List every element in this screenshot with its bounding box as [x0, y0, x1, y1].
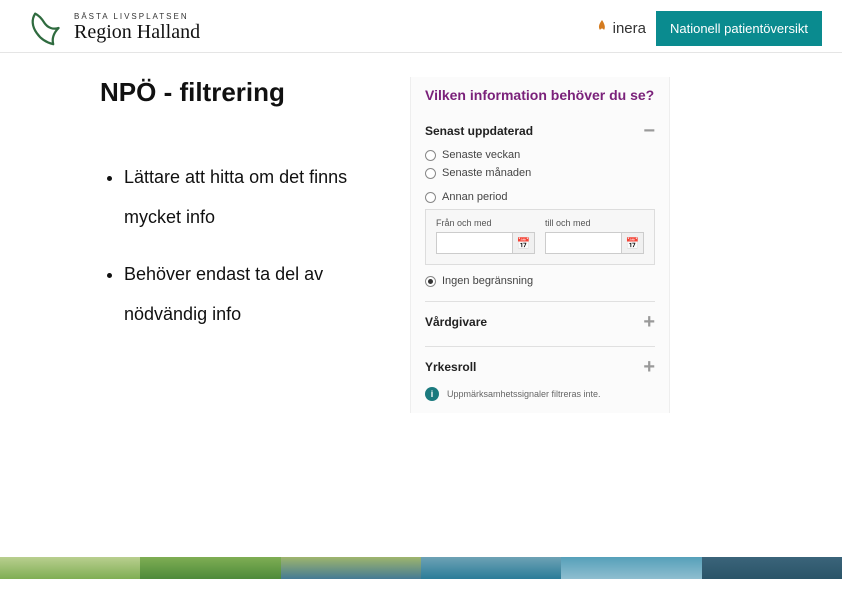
section-updated-header[interactable]: Senast uppdaterad −	[425, 121, 655, 141]
radio-icon	[425, 192, 436, 203]
date-to-field: till och med 📅	[545, 218, 644, 254]
radio-label: Annan period	[442, 191, 507, 203]
footer-seg	[0, 557, 140, 579]
filter-panel: Vilken information behöver du se? Senast…	[410, 77, 670, 413]
section-role-header[interactable]: Yrkesroll +	[425, 357, 655, 377]
filter-panel-title: Vilken information behöver du se?	[425, 87, 655, 103]
date-from-input[interactable]: 📅	[436, 232, 535, 254]
radio-last-month[interactable]: Senaste månaden	[425, 167, 655, 179]
slide-body: NPÖ - filtrering Lättare att hitta om de…	[0, 53, 842, 413]
collapse-minus-icon[interactable]: −	[643, 121, 655, 141]
info-note-text: Uppmärksamhetssignaler filtreras inte.	[447, 389, 601, 399]
region-halland-brand: BÄSTA LIVSPLATSEN Region Halland	[28, 10, 200, 46]
expand-plus-icon[interactable]: +	[643, 312, 655, 332]
brand-tagline: BÄSTA LIVSPLATSEN	[74, 12, 200, 21]
date-range-box: Från och med 📅 till och med 📅	[425, 209, 655, 265]
footer-seg	[561, 557, 701, 579]
radio-other-period[interactable]: Annan period	[425, 191, 655, 203]
inera-flame-icon	[595, 19, 609, 37]
date-to-label: till och med	[545, 218, 644, 228]
radio-label: Senaste veckan	[442, 149, 520, 161]
section-updated-label: Senast uppdaterad	[425, 124, 533, 138]
radio-label: Senaste månaden	[442, 167, 531, 179]
date-from-field: Från och med 📅	[436, 218, 535, 254]
section-provider-header[interactable]: Vårdgivare +	[425, 312, 655, 332]
footer-decorative-band	[0, 557, 842, 579]
date-to-input[interactable]: 📅	[545, 232, 644, 254]
region-halland-leaf-icon	[28, 10, 64, 46]
footer-seg	[140, 557, 280, 579]
divider	[425, 346, 655, 347]
footer-seg	[281, 557, 421, 579]
info-icon: i	[425, 387, 439, 401]
radio-icon	[425, 150, 436, 161]
section-role-label: Yrkesroll	[425, 360, 476, 374]
footer-seg	[421, 557, 561, 579]
calendar-icon[interactable]: 📅	[621, 233, 643, 253]
inera-label: inera	[613, 20, 646, 37]
date-from-label: Från och med	[436, 218, 535, 228]
bullet-item: Lättare att hitta om det finns mycket in…	[124, 158, 400, 237]
bullet-item: Behöver endast ta del av nödvändig info	[124, 255, 400, 334]
bullet-list: Lättare att hitta om det finns mycket in…	[100, 158, 400, 334]
slide-header: BÄSTA LIVSPLATSEN Region Halland inera N…	[0, 0, 842, 53]
section-provider-label: Vårdgivare	[425, 315, 487, 329]
expand-plus-icon[interactable]: +	[643, 357, 655, 377]
calendar-icon[interactable]: 📅	[512, 233, 534, 253]
radio-last-week[interactable]: Senaste veckan	[425, 149, 655, 161]
right-brand-group: inera Nationell patientöversikt	[595, 11, 822, 46]
divider	[425, 301, 655, 302]
inera-logo: inera	[595, 19, 646, 37]
footer-seg	[702, 557, 842, 579]
radio-checked-icon	[425, 276, 436, 287]
info-note-row: i Uppmärksamhetssignaler filtreras inte.	[425, 387, 655, 401]
slide-title: NPÖ - filtrering	[100, 77, 400, 108]
radio-label: Ingen begränsning	[442, 275, 533, 287]
radio-no-limit[interactable]: Ingen begränsning	[425, 275, 655, 287]
left-column: NPÖ - filtrering Lättare att hitta om de…	[100, 77, 400, 413]
npo-badge: Nationell patientöversikt	[656, 11, 822, 46]
radio-icon	[425, 168, 436, 179]
brand-name: Region Halland	[74, 21, 200, 44]
brand-text: BÄSTA LIVSPLATSEN Region Halland	[74, 12, 200, 44]
